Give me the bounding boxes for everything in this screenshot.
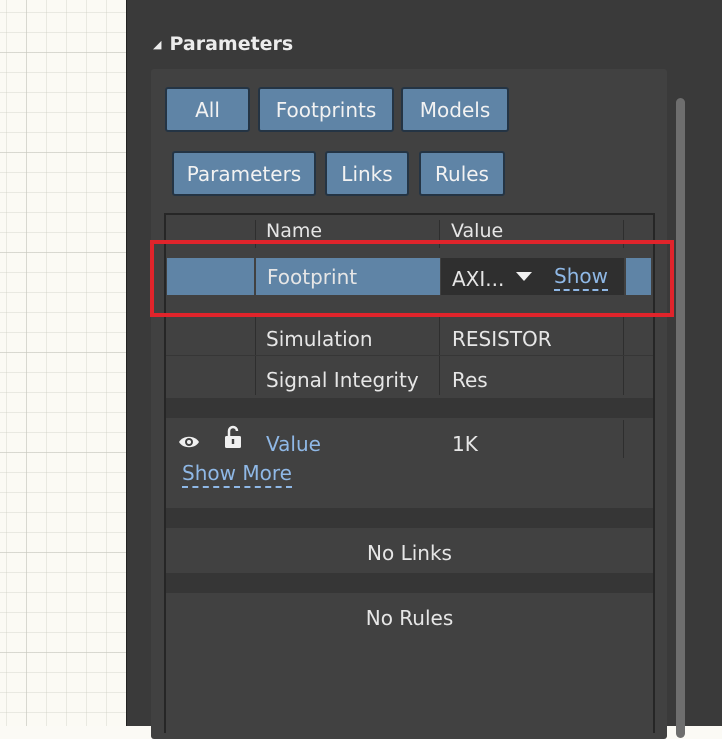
dropdown-arrow-icon[interactable] <box>516 272 532 281</box>
row-name: Signal Integrity <box>266 368 419 392</box>
show-more-text[interactable]: Show More <box>182 461 292 488</box>
collapse-triangle-icon[interactable]: ◢ <box>153 38 161 51</box>
param-name-link[interactable]: Value <box>266 432 321 456</box>
filter-links-button[interactable]: Links <box>325 151 409 196</box>
filter-rules-button[interactable]: Rules <box>419 151 505 196</box>
filter-parameters-button[interactable]: Parameters <box>172 151 316 196</box>
unlock-icon[interactable] <box>224 425 242 449</box>
param-value: 1K <box>452 432 478 456</box>
eye-icon[interactable] <box>178 434 200 450</box>
filter-footprints-button[interactable]: Footprints <box>258 87 394 132</box>
footprint-name: Footprint <box>267 265 358 289</box>
filter-all-button[interactable]: All <box>165 87 250 132</box>
footprint-value[interactable]: AXI... <box>452 267 504 291</box>
row-value: RESISTOR <box>452 327 552 351</box>
parameters-section-header[interactable]: ◢ Parameters <box>153 30 293 58</box>
table-header: Name Value <box>166 215 653 253</box>
properties-panel: ◢ Parameters All Footprints Models Param… <box>126 0 722 739</box>
no-rules-label: No Rules <box>365 606 454 630</box>
row-name: Simulation <box>266 327 373 351</box>
column-header-value[interactable]: Value <box>451 220 503 242</box>
column-header-name[interactable]: Name <box>266 220 322 242</box>
table-row[interactable]: Signal Integrity Res <box>166 356 653 396</box>
panel-scrollbar[interactable] <box>676 98 685 738</box>
row-value: Res <box>452 368 488 392</box>
table-row[interactable]: Simulation RESISTOR <box>166 315 653 356</box>
schematic-canvas[interactable] <box>0 0 126 726</box>
filter-models-button[interactable]: Models <box>401 87 509 132</box>
no-links-label: No Links <box>367 541 452 565</box>
selected-footprint-row[interactable]: Footprint AXI... Show <box>167 258 651 295</box>
show-footprint-link[interactable]: Show <box>554 264 608 291</box>
table-row[interactable]: Value 1K <box>166 420 653 460</box>
show-footprint-text[interactable]: Show <box>554 264 608 291</box>
section-title: Parameters <box>169 33 294 55</box>
show-more-link[interactable]: Show More <box>182 461 292 488</box>
